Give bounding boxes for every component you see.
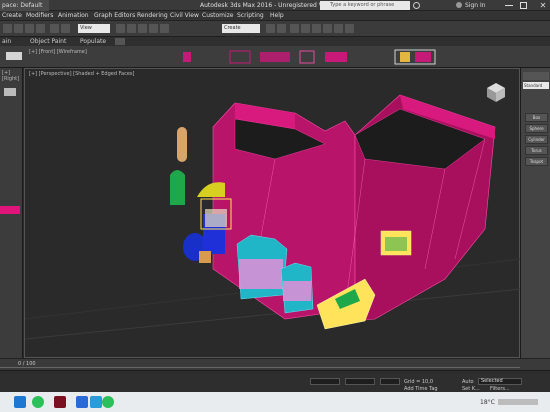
menu-animation[interactable]: Animation bbox=[58, 11, 89, 21]
right-viewport[interactable]: [+] [Right] bbox=[0, 68, 23, 358]
auto-key-label[interactable]: Auto bbox=[462, 379, 474, 385]
z-coordinate-field[interactable] bbox=[380, 378, 400, 385]
weather-readout: 18°C bbox=[480, 399, 495, 406]
menu-customize[interactable]: Customize bbox=[202, 11, 234, 21]
menu-rendering[interactable]: Rendering bbox=[137, 11, 168, 21]
redo-icon[interactable] bbox=[14, 24, 23, 33]
menu-create[interactable]: Create bbox=[2, 11, 22, 21]
perspective-viewport[interactable]: [+] [Perspective] [Shaded + Edged Faces]… bbox=[24, 49, 521, 358]
teapot-button[interactable]: Teapot bbox=[525, 157, 548, 166]
unlink-icon[interactable] bbox=[36, 24, 45, 33]
close-button[interactable]: ✕ bbox=[536, 0, 550, 11]
sphere-button[interactable]: Sphere bbox=[525, 124, 548, 133]
ribbon-tab-populate[interactable]: Populate bbox=[80, 37, 106, 46]
system-tray[interactable] bbox=[498, 399, 538, 405]
right-view-object-magenta bbox=[0, 206, 20, 214]
percent-snap-icon[interactable] bbox=[149, 24, 158, 33]
curve-editor-icon[interactable] bbox=[301, 24, 310, 33]
right-viewport-label: [+] [Right] bbox=[2, 70, 20, 82]
media-icon[interactable] bbox=[76, 396, 88, 408]
layer-icon[interactable] bbox=[290, 24, 299, 33]
ribbon-tabs: ain Object Paint Populate bbox=[0, 37, 550, 46]
undo-icon[interactable] bbox=[3, 24, 12, 33]
cylinder-button[interactable]: Cylinder bbox=[525, 135, 548, 144]
grid-readout: Grid = 10,0 bbox=[404, 379, 433, 385]
front-viewport-label: [+] [Front] [Wireframe] bbox=[29, 49, 87, 55]
menu-graph-editors[interactable]: Graph Editors bbox=[94, 11, 135, 21]
store-icon[interactable] bbox=[90, 396, 102, 408]
render-icon[interactable] bbox=[345, 24, 354, 33]
torus-button[interactable]: Torus bbox=[525, 146, 548, 155]
render-setup-icon[interactable] bbox=[334, 24, 343, 33]
menu-bar: Create Modifiers Animation Graph Editors… bbox=[0, 11, 550, 21]
selected-filter[interactable]: Selected bbox=[478, 378, 522, 385]
user-icon[interactable] bbox=[456, 2, 462, 8]
search-icon[interactable] bbox=[413, 2, 420, 9]
menu-help[interactable]: Help bbox=[270, 11, 284, 21]
timeline-track[interactable] bbox=[0, 367, 520, 368]
ribbon-tab-main[interactable]: ain bbox=[2, 37, 11, 46]
ribbon-tab-object-paint[interactable]: Object Paint bbox=[30, 37, 66, 46]
scene-model bbox=[25, 94, 521, 340]
menu-scripting[interactable]: Scripting bbox=[237, 11, 264, 21]
create-tab-icons[interactable] bbox=[523, 72, 549, 80]
maximize-button[interactable] bbox=[520, 2, 527, 9]
snap-icon[interactable] bbox=[127, 24, 136, 33]
tan-column bbox=[177, 127, 187, 162]
reference-coordinate-select[interactable]: View bbox=[78, 24, 110, 33]
main-toolbar: View Create Selection Se bbox=[0, 21, 550, 40]
windows-icon[interactable] bbox=[14, 396, 26, 408]
move-icon[interactable] bbox=[61, 24, 70, 33]
whatsapp-icon[interactable] bbox=[32, 396, 44, 408]
search-input[interactable]: Type a keyword or phrase bbox=[320, 1, 410, 10]
spinner-snap-icon[interactable] bbox=[160, 24, 169, 33]
named-selection-set[interactable]: Create Selection Se bbox=[222, 24, 260, 40]
command-panel: Standard Primi Box Sphere Cylinder Torus… bbox=[520, 68, 550, 358]
ribbon-toggle-icon[interactable] bbox=[115, 38, 125, 45]
schematic-icon[interactable] bbox=[312, 24, 321, 33]
pivot-icon[interactable] bbox=[116, 24, 125, 33]
box-button[interactable]: Box bbox=[525, 113, 548, 122]
status-bar: Grid = 10,0 Add Time Tag Auto Selected S… bbox=[0, 370, 550, 392]
object-type-dropdown[interactable]: Standard Primi bbox=[523, 82, 549, 89]
right-view-object bbox=[4, 88, 16, 96]
material-editor-icon[interactable] bbox=[323, 24, 332, 33]
menu-modifiers[interactable]: Modifiers bbox=[26, 11, 53, 21]
x-coordinate-field[interactable] bbox=[310, 378, 340, 385]
angle-snap-icon[interactable] bbox=[138, 24, 147, 33]
os-taskbar: 18°C bbox=[0, 392, 550, 412]
whatsapp-icon[interactable] bbox=[102, 396, 114, 408]
minimize-button[interactable] bbox=[505, 5, 513, 6]
signin-link[interactable]: Sign In bbox=[465, 0, 486, 11]
autodesk-icon[interactable] bbox=[54, 396, 66, 408]
time-slider[interactable]: 0 / 100 bbox=[0, 358, 550, 370]
align-icon[interactable] bbox=[277, 24, 286, 33]
workspace-select[interactable]: pace: Default bbox=[0, 0, 49, 11]
menu-civil-view[interactable]: Civil View bbox=[170, 11, 199, 21]
y-coordinate-field[interactable] bbox=[345, 378, 375, 385]
mirror-icon[interactable] bbox=[266, 24, 275, 33]
link-icon[interactable] bbox=[25, 24, 34, 33]
select-icon[interactable] bbox=[50, 24, 59, 33]
title-bar: pace: Default Autodesk 3ds Max 2016 - Un… bbox=[0, 0, 550, 11]
